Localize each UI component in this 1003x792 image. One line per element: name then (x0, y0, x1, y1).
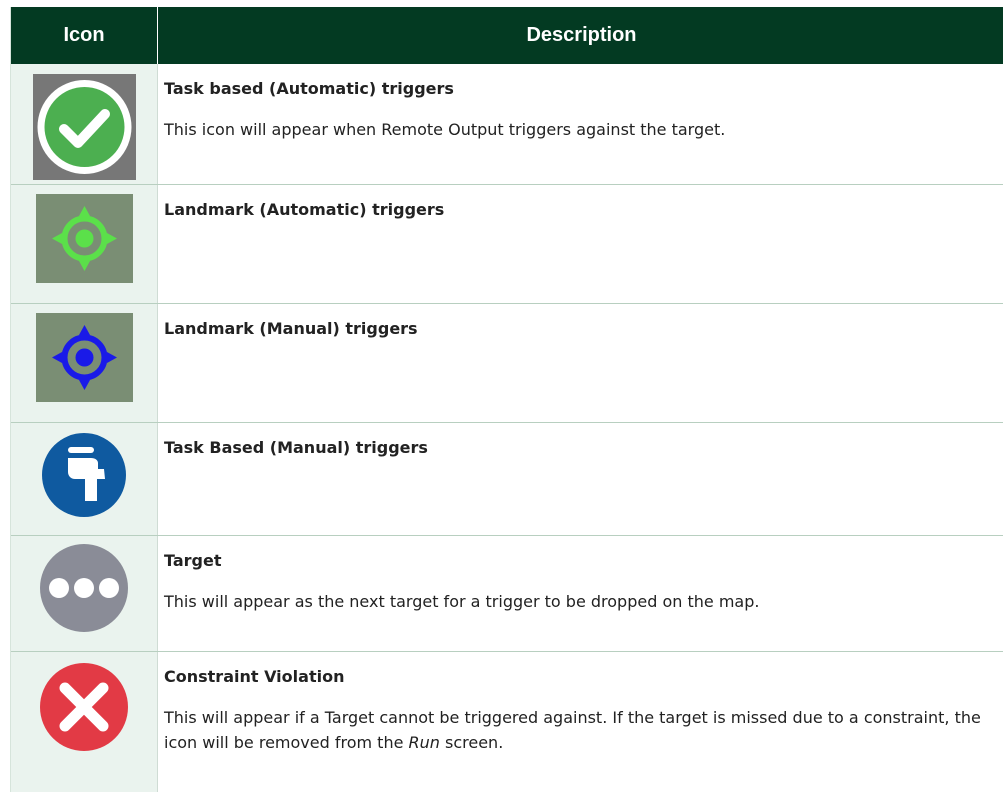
table-row: Landmark (Automatic) triggers (11, 185, 1003, 304)
row-title: Task Based (Manual) triggers (164, 438, 428, 457)
check-circle-icon (32, 74, 136, 180)
row-title: Landmark (Manual) triggers (164, 319, 418, 338)
icon-cell (11, 185, 158, 303)
icon-cell (11, 304, 158, 422)
icon-cell (11, 423, 158, 535)
hand-pointer-icon (42, 433, 126, 517)
description-cell: Target This will appear as the next targ… (158, 536, 1003, 651)
table-header: Icon Description (11, 7, 1003, 64)
row-body: This icon will appear when Remote Output… (164, 120, 726, 139)
icon-cell (11, 536, 158, 651)
table-row: Task Based (Manual) triggers (11, 423, 1003, 536)
row-body: This will appear as the next target for … (164, 592, 760, 611)
green-crosshair-icon (35, 194, 133, 283)
blue-crosshair-icon (35, 313, 133, 402)
row-title: Task based (Automatic) triggers (164, 79, 454, 98)
table-row: Landmark (Manual) triggers (11, 304, 1003, 423)
body-text: This will appear if a Target cannot be t… (164, 708, 981, 752)
row-title: Target (164, 551, 222, 570)
icon-cell (11, 64, 158, 184)
row-title: Constraint Violation (164, 667, 345, 686)
description-cell: Constraint Violation This will appear if… (158, 652, 1003, 792)
ellipsis-icon (40, 544, 128, 632)
icon-cell (11, 652, 158, 792)
header-icon: Icon (11, 7, 158, 64)
header-description: Description (526, 24, 637, 46)
body-text-end: screen. (439, 733, 504, 752)
description-cell: Task Based (Manual) triggers (158, 423, 1003, 535)
description-cell: Landmark (Automatic) triggers (158, 185, 1003, 303)
description-cell: Landmark (Manual) triggers (158, 304, 1003, 422)
run-screen-emphasis: Run (408, 733, 440, 752)
table-row: Target This will appear as the next targ… (11, 536, 1003, 652)
table-row: Constraint Violation This will appear if… (11, 652, 1003, 792)
x-circle-icon (40, 663, 128, 751)
row-body: This will appear if a Target cannot be t… (164, 705, 995, 755)
table-row: Task based (Automatic) triggers This ico… (11, 64, 1003, 185)
row-title: Landmark (Automatic) triggers (164, 200, 445, 219)
description-cell: Task based (Automatic) triggers This ico… (158, 64, 1003, 184)
icon-legend-table: Icon Description Task based (Automatic) … (10, 7, 1003, 792)
